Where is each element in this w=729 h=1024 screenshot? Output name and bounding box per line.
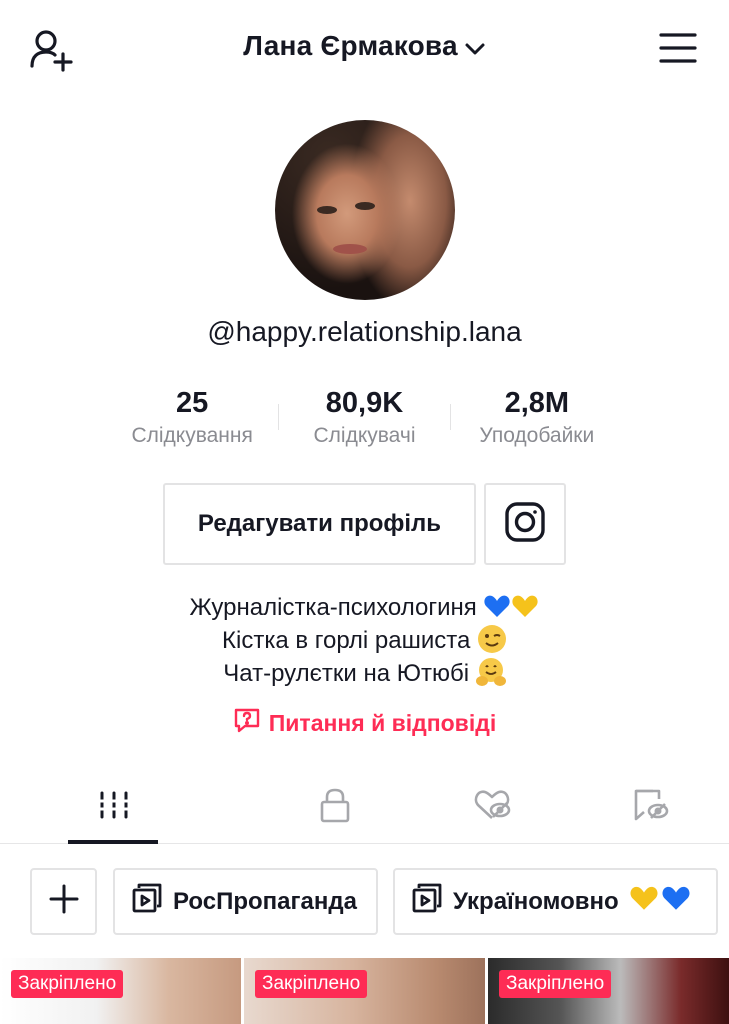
edit-profile-button[interactable]: Редагувати профіль <box>163 483 476 565</box>
bio-line-3: Чат-рулєтки на Ютюбі <box>0 657 729 690</box>
lock-icon <box>318 787 352 828</box>
stat-followers-label: Слідкувачі <box>313 424 416 447</box>
stat-followers[interactable]: 80,9K Слідкувачі <box>278 386 450 456</box>
top-bar: Лана Єрмакова <box>0 0 729 100</box>
blue-heart-icon <box>661 883 691 920</box>
stat-likes-value: 2,8M <box>504 387 570 419</box>
playlist-icon <box>411 882 443 921</box>
playlist-label: Україномовно <box>453 887 619 915</box>
instagram-button[interactable] <box>484 483 566 565</box>
account-title: Лана Єрмакова <box>243 30 458 61</box>
pinned-badge: Закріплено <box>11 970 124 998</box>
plus-icon <box>49 884 79 919</box>
stat-following-label: Слідкування <box>131 424 253 447</box>
hamburger-menu-icon[interactable] <box>659 32 697 64</box>
pinned-badge: Закріплено <box>255 970 368 998</box>
hugging-face-icon <box>475 657 506 687</box>
playlist-chip[interactable]: РосПропаганда <box>113 868 378 935</box>
avatar[interactable] <box>275 120 455 300</box>
playlists-row: РосПропаганда Україномовно <box>0 868 729 936</box>
liked-hidden-icon <box>473 788 511 827</box>
yellow-heart-icon <box>629 883 659 920</box>
bio-line-3-text: Чат-рулєтки на Ютюбі <box>223 660 470 687</box>
bio-line-1-text: Журналістка-психологиня <box>189 594 477 621</box>
video-thumbnail[interactable]: Закріплено <box>244 958 485 1024</box>
video-thumbnail[interactable]: Закріплено <box>488 958 729 1024</box>
stat-followers-value: 80,9K <box>325 387 404 419</box>
bio-line-2-text: Кістка в горлі рашиста <box>222 627 471 654</box>
pinned-badge: Закріплено <box>499 970 612 998</box>
tab-private[interactable] <box>256 772 414 843</box>
account-switcher[interactable]: Лана Єрмакова <box>0 30 729 62</box>
video-thumbnail[interactable]: Закріплено <box>0 958 241 1024</box>
tab-liked[interactable] <box>414 772 572 843</box>
videos-grid-icon <box>97 789 131 826</box>
playlist-label: РосПропаганда <box>173 887 357 915</box>
bio-line-1: Журналістка-психологиня <box>0 592 729 624</box>
playlist-icon <box>131 882 163 921</box>
question-bubble-icon <box>233 706 261 740</box>
blue-heart-icon <box>483 592 511 620</box>
stat-likes[interactable]: 2,8M Уподобайки <box>451 386 623 456</box>
saved-hidden-icon <box>631 787 669 828</box>
yellow-heart-icon <box>511 592 539 620</box>
profile-handle: @happy.relationship.lana <box>207 316 522 347</box>
stat-likes-label: Уподобайки <box>479 424 595 447</box>
chevron-down-icon <box>464 35 486 57</box>
bio-line-2: Кістка в горлі рашиста <box>0 624 729 657</box>
video-grid: Закріплено Закріплено Закріплено <box>0 958 729 1024</box>
stat-following[interactable]: 25 Слідкування <box>106 386 278 456</box>
stat-following-value: 25 <box>176 387 209 419</box>
playlist-chip[interactable]: Україномовно <box>393 868 718 935</box>
profile-tabs <box>0 772 729 844</box>
tab-saved[interactable] <box>571 772 729 843</box>
qa-link[interactable]: Питання й відповіді <box>0 706 729 740</box>
instagram-icon <box>504 501 546 548</box>
add-playlist-button[interactable] <box>30 868 97 935</box>
qa-label: Питання й відповіді <box>268 709 497 736</box>
tab-videos[interactable] <box>0 772 256 844</box>
winking-face-icon <box>477 624 507 654</box>
profile-bio: Журналістка-психологиня Кістка в горлі р… <box>0 592 729 690</box>
profile-stats: 25 Слідкування 80,9K Слідкувачі 2,8M Упо… <box>106 386 623 456</box>
